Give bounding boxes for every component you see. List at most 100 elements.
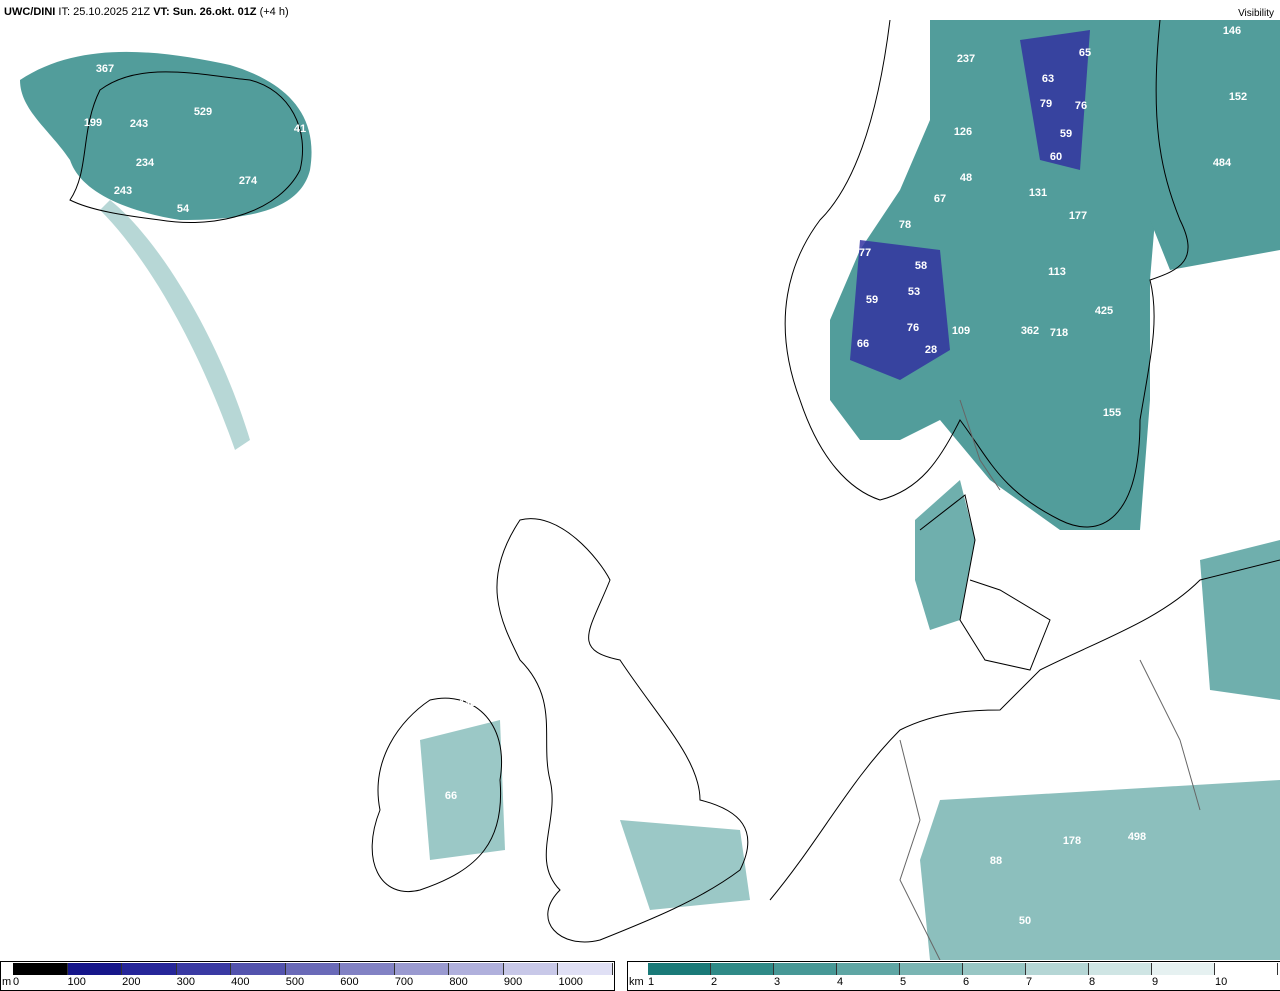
legend-tick-label: 0 [13, 976, 20, 988]
visibility-value-label: 113 [1048, 266, 1066, 278]
visibility-value-label: 58 [915, 260, 927, 272]
iceland-plume [100, 200, 250, 450]
visibility-value-label: 484 [1213, 157, 1232, 169]
visibility-value-label: 177 [1069, 210, 1087, 222]
legend-tick-label: 1 [648, 976, 655, 988]
visibility-value-label: 60 [1050, 151, 1062, 163]
init-time: 25.10.2025 21Z [73, 6, 151, 18]
legend-color-swatch [231, 963, 286, 975]
legend-tick-label: 6 [963, 976, 970, 988]
map-header: UWC/DINI IT: 25.10.2025 21Z VT: Sun. 26.… [4, 6, 289, 18]
visibility-value-label: 425 [1095, 305, 1113, 317]
legend-tick-label: 4 [837, 976, 844, 988]
legend-color-swatch [176, 963, 232, 975]
legend-tick-label: 10 [1215, 976, 1228, 988]
legend-color-swatch [394, 963, 450, 975]
legend-km: km 1 2 3 4 5 6 7 8 9 10 [627, 961, 1280, 991]
visibility-value-label: 66 [445, 790, 457, 802]
legend-tick-label: 500 [285, 976, 305, 988]
visibility-value-label: 78 [899, 219, 911, 231]
visibility-value-label: 28 [925, 344, 937, 356]
legend-meters-colorbar [13, 963, 613, 975]
visibility-value-label: 243 [130, 118, 148, 130]
visibility-value-label: 243 [114, 185, 132, 197]
visibility-map: 367 529 199 243 41 234 274 243 54 237 65 63 79 76 59 12… [20, 20, 1280, 960]
legend-tick-label: 200 [122, 976, 141, 988]
visibility-value-label: 59 [866, 294, 878, 306]
legend-tick-label: 900 [503, 976, 523, 988]
poland-field [1200, 540, 1280, 700]
ireland-field [420, 720, 505, 860]
legend-color-swatch [558, 963, 613, 975]
legend-km-unit: km [629, 976, 644, 988]
visibility-value-label: 88 [990, 855, 1002, 867]
visibility-value-label: 65 [1079, 47, 1091, 59]
legend-color-swatch [900, 963, 963, 975]
england-field [620, 820, 750, 910]
legend-color-swatch [1215, 963, 1278, 975]
legend-color-swatch [67, 963, 123, 975]
legend-color-swatch [1026, 963, 1089, 975]
legend-tick-label: 100 [67, 976, 86, 988]
visibility-value-label: 53 [908, 286, 920, 298]
visibility-value-label: 126 [954, 126, 972, 138]
visibility-value-label: 498 [1128, 831, 1146, 843]
visibility-value-label: 199 [84, 117, 102, 129]
visibility-value-label: 79 [1040, 98, 1052, 110]
legend-tick-label: 7 [1026, 976, 1033, 988]
visibility-value-label: 234 [136, 157, 155, 169]
legend-km-colorbar [648, 963, 1278, 975]
visibility-value-label: 63 [1042, 73, 1054, 85]
visibility-value-label: 718 [1050, 327, 1068, 339]
legend-tick-label: 400 [231, 976, 250, 988]
legend-tick-label: 5 [900, 976, 907, 988]
legend-meters: m 0 100 200 300 400 500 600 700 800 900 1000 [0, 961, 615, 991]
visibility-value-label: 41 [294, 123, 306, 135]
legend-tick-label: 700 [394, 976, 414, 988]
visibility-value-label: 274 [239, 175, 258, 187]
visibility-value-label: 76 [1075, 100, 1087, 112]
visibility-value-label: 67 [934, 193, 946, 205]
norway-dense-fog [850, 240, 950, 380]
legend-tick-label: 300 [176, 976, 195, 988]
visibility-value-label: 131 [1029, 187, 1047, 199]
legend-color-swatch [340, 963, 395, 975]
visibility-value-label: 362 [1021, 325, 1039, 337]
legend-color-swatch [503, 963, 559, 975]
legend-color-swatch [122, 963, 177, 975]
legend-tick-label: 2 [711, 976, 718, 988]
legend-color-swatch [449, 963, 504, 975]
visibility-value-label: 76 [907, 322, 919, 334]
iceland-field [20, 51, 312, 220]
visibility-value-label: 146 [1223, 25, 1241, 37]
visibility-value-label: 237 [957, 53, 975, 65]
central-europe-field [920, 780, 1280, 960]
legend-color-swatch [711, 963, 774, 975]
visibility-value-label: 50 [1019, 915, 1031, 927]
visibility-value-label: 367 [96, 63, 114, 75]
visibility-value-label: 529 [194, 106, 212, 118]
legend-color-swatch [648, 963, 711, 975]
parameter-name: Visibility [1238, 8, 1274, 19]
legend-color-swatch [1152, 963, 1215, 975]
visibility-value-label: 59 [1060, 128, 1072, 140]
legend-tick-label: 9 [1152, 976, 1159, 988]
visibility-value-label: 54 [177, 203, 190, 215]
visibility-value-label: 152 [1229, 91, 1247, 103]
visibility-fields [20, 20, 1280, 960]
model-name: UWC/DINI [4, 6, 56, 18]
visibility-value-label: 77 [859, 247, 871, 259]
legend-color-swatch [1089, 963, 1152, 975]
legend-tick-label: 800 [449, 976, 468, 988]
legend-color-swatch [285, 963, 341, 975]
visibility-value-label: 155 [1103, 407, 1121, 419]
legend-tick-label: 8 [1089, 976, 1096, 988]
valid-time: Sun. 26.okt. 01Z [172, 6, 257, 18]
lead-time: (+4 h) [259, 6, 289, 18]
vt-label: VT: [153, 6, 170, 18]
visibility-value-label: 48 [960, 172, 972, 184]
legend-color-swatch [774, 963, 837, 975]
visibility-value-label: 66 [857, 338, 869, 350]
visibility-value-label: 178 [1063, 835, 1081, 847]
legend-tick-label: 3 [774, 976, 781, 988]
